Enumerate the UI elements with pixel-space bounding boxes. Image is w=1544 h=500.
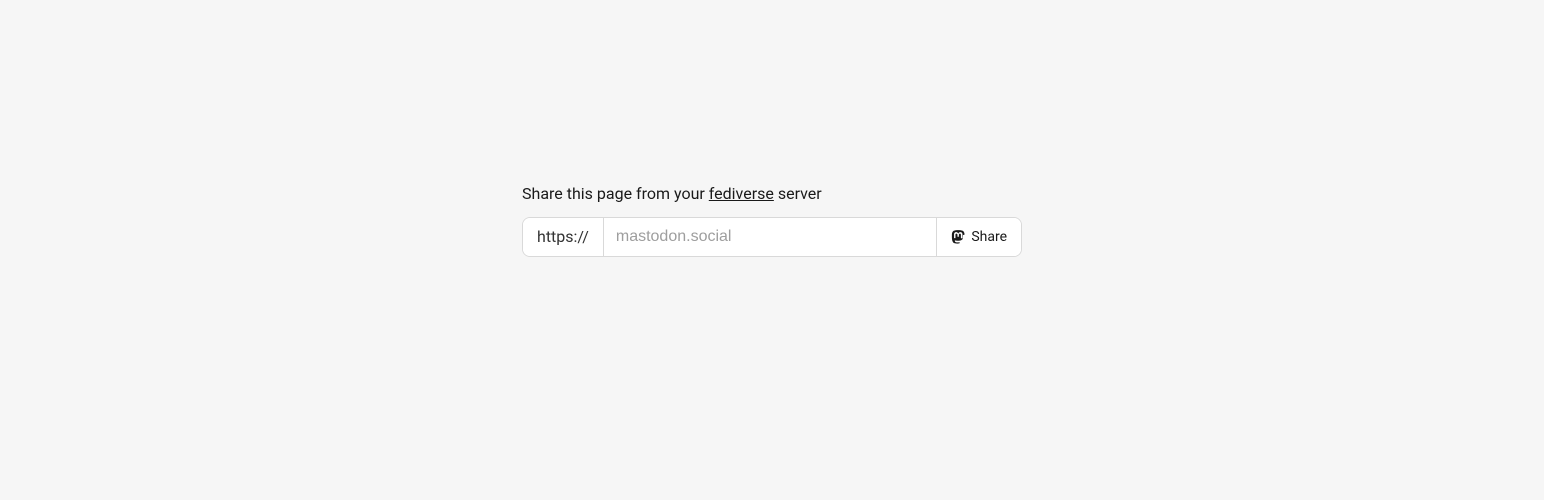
mastodon-icon xyxy=(951,230,965,244)
share-button-label: Share xyxy=(971,229,1007,245)
share-container: Share this page from your fediverse serv… xyxy=(522,184,1022,257)
share-prompt: Share this page from your fediverse serv… xyxy=(522,184,822,203)
server-input[interactable] xyxy=(604,218,936,256)
share-form: https:// Share xyxy=(522,217,1022,257)
url-prefix: https:// xyxy=(523,218,604,256)
share-button[interactable]: Share xyxy=(936,218,1021,256)
prompt-text-after: server xyxy=(774,184,822,203)
prompt-text-before: Share this page from your xyxy=(522,184,709,203)
fediverse-link[interactable]: fediverse xyxy=(709,184,774,203)
